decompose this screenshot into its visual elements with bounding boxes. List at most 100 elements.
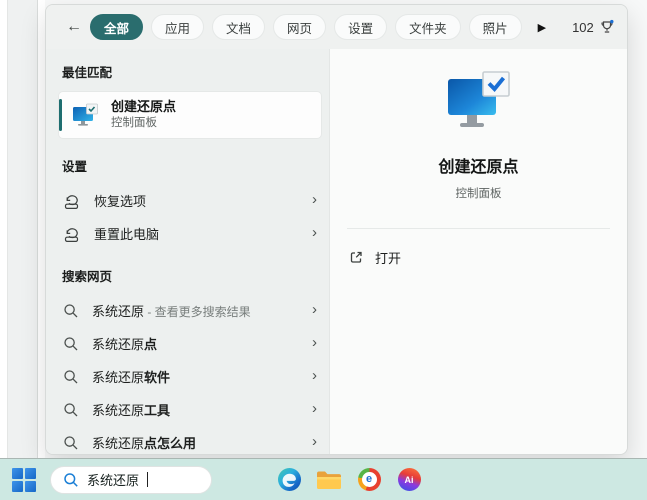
chevron-right-icon: › [312, 335, 317, 352]
section-web-label: 搜索网页 [46, 250, 329, 294]
result-label: 系统还原点怎么用 [92, 433, 299, 452]
suggestion-text: 软件 [144, 370, 170, 385]
web-result-suggestion[interactable]: 系统还原软件 › [46, 360, 329, 393]
file-explorer-icon[interactable] [316, 467, 342, 493]
play-button[interactable]: ▶ [538, 21, 546, 34]
tab-label: 文件夹 [409, 18, 447, 37]
open-action[interactable]: 打开 [349, 248, 401, 267]
windows-start-icon[interactable] [12, 468, 36, 492]
query-text: 系统还原 [92, 337, 144, 352]
edge-logo [278, 468, 301, 491]
query-text: 系统还原 [92, 370, 144, 385]
rewards-counter[interactable]: 102 [572, 19, 615, 35]
ai-browser-icon[interactable]: Ai [396, 467, 422, 493]
tab-folders[interactable]: 文件夹 [395, 14, 461, 40]
open-label: 打开 [375, 248, 401, 267]
query-text: 系统还原 [92, 436, 144, 451]
settings-result-recovery-options[interactable]: 恢复选项 › [46, 184, 329, 217]
background-window-edge [0, 0, 45, 458]
result-label: 系统还原 - 查看更多搜索结果 [92, 301, 299, 320]
search-filter-bar: ← 全部 应用 文档 网页 设置 文件夹 照片 [46, 5, 627, 49]
edge-icon[interactable] [276, 467, 302, 493]
suggestion-text: 点怎么用 [144, 436, 196, 451]
360-browser-icon[interactable]: e [356, 467, 382, 493]
tab-label: 设置 [348, 18, 373, 37]
web-result-see-more[interactable]: 系统还原 - 查看更多搜索结果 › [46, 294, 329, 327]
windows-logo-pane [25, 468, 36, 479]
tab-settings[interactable]: 设置 [334, 14, 387, 40]
selection-accent-bar [59, 99, 62, 131]
tab-apps[interactable]: 应用 [151, 14, 204, 40]
section-settings-label: 设置 [46, 140, 329, 184]
tab-documents[interactable]: 文档 [212, 14, 265, 40]
tab-label: 网页 [287, 18, 312, 37]
windows-logo-pane [12, 468, 23, 479]
desktop: ← 全部 应用 文档 网页 设置 文件夹 照片 [0, 0, 647, 500]
chevron-right-icon: › [312, 401, 317, 418]
detail-divider [347, 228, 610, 229]
result-label: 系统还原点 [92, 334, 299, 353]
recovery-icon [63, 225, 81, 243]
best-match-result[interactable]: 创建还原点 控制面板 [59, 92, 321, 138]
tab-label: 照片 [483, 18, 508, 37]
chevron-right-icon: › [312, 302, 317, 319]
result-label: 系统还原软件 [92, 367, 299, 386]
tab-label: 全部 [104, 18, 129, 37]
recovery-icon [63, 192, 81, 210]
tab-photos[interactable]: 照片 [469, 14, 522, 40]
result-label: 系统还原工具 [92, 400, 299, 419]
tab-all[interactable]: 全部 [90, 14, 143, 40]
search-results-body: 最佳匹配 [46, 49, 627, 454]
chevron-right-icon: › [312, 192, 317, 209]
search-flyout-window: ← 全部 应用 文档 网页 设置 文件夹 照片 [45, 4, 628, 455]
ai-browser-letter: Ai [405, 475, 414, 485]
suggestion-text: 点 [144, 337, 157, 352]
taskbar-search-input[interactable]: 系统还原 [50, 466, 212, 494]
background-window-strip [7, 0, 38, 458]
rewards-count: 102 [572, 20, 594, 35]
windows-logo-pane [25, 481, 36, 492]
query-text: 系统还原 [92, 403, 144, 418]
result-detail-panel: 创建还原点 控制面板 打开 [329, 49, 627, 454]
play-icon: ▶ [538, 22, 546, 34]
results-list-panel: 最佳匹配 [46, 49, 329, 454]
360-browser-logo: e [358, 468, 381, 491]
windows-logo-pane [12, 481, 23, 492]
result-label: 恢复选项 [94, 191, 299, 210]
web-result-suggestion[interactable]: 系统还原工具 › [46, 393, 329, 426]
tab-label: 应用 [165, 18, 190, 37]
chevron-right-icon: › [312, 368, 317, 385]
back-arrow-icon: ← [66, 18, 82, 36]
settings-result-reset-pc[interactable]: 重置此电脑 › [46, 217, 329, 250]
search-icon [63, 336, 79, 352]
search-icon [63, 472, 79, 488]
suggestion-text: 工具 [144, 403, 170, 418]
search-icon [63, 435, 79, 451]
open-external-icon [349, 250, 364, 265]
rewards-trophy-icon [599, 19, 615, 35]
section-best-match-label: 最佳匹配 [46, 51, 329, 90]
tab-web[interactable]: 网页 [273, 14, 326, 40]
chevron-right-icon: › [312, 225, 317, 242]
search-query-text: 系统还原 [87, 470, 139, 489]
query-text: 系统还原 [92, 304, 144, 319]
text-caret [147, 472, 148, 487]
taskbar: 系统还原 e Ai [0, 458, 647, 500]
detail-title: 创建还原点 [438, 153, 518, 177]
chevron-right-icon: › [312, 434, 317, 451]
restore-point-monitor-icon-large [443, 71, 515, 133]
hint-text: - 查看更多搜索结果 [144, 305, 251, 319]
web-result-suggestion[interactable]: 系统还原点怎么用 › [46, 426, 329, 455]
search-icon [63, 402, 79, 418]
best-match-subtitle: 控制面板 [111, 116, 176, 131]
tab-label: 文档 [226, 18, 251, 37]
best-match-title: 创建还原点 [111, 99, 176, 115]
result-label: 重置此电脑 [94, 224, 299, 243]
detail-subtitle: 控制面板 [456, 185, 502, 201]
back-button[interactable]: ← [66, 15, 82, 39]
ai-browser-logo: Ai [398, 468, 421, 491]
360-browser-letter: e [362, 472, 377, 487]
web-result-suggestion[interactable]: 系统还原点 › [46, 327, 329, 360]
restore-point-monitor-icon [72, 103, 99, 128]
best-match-text: 创建还原点 控制面板 [111, 99, 176, 130]
